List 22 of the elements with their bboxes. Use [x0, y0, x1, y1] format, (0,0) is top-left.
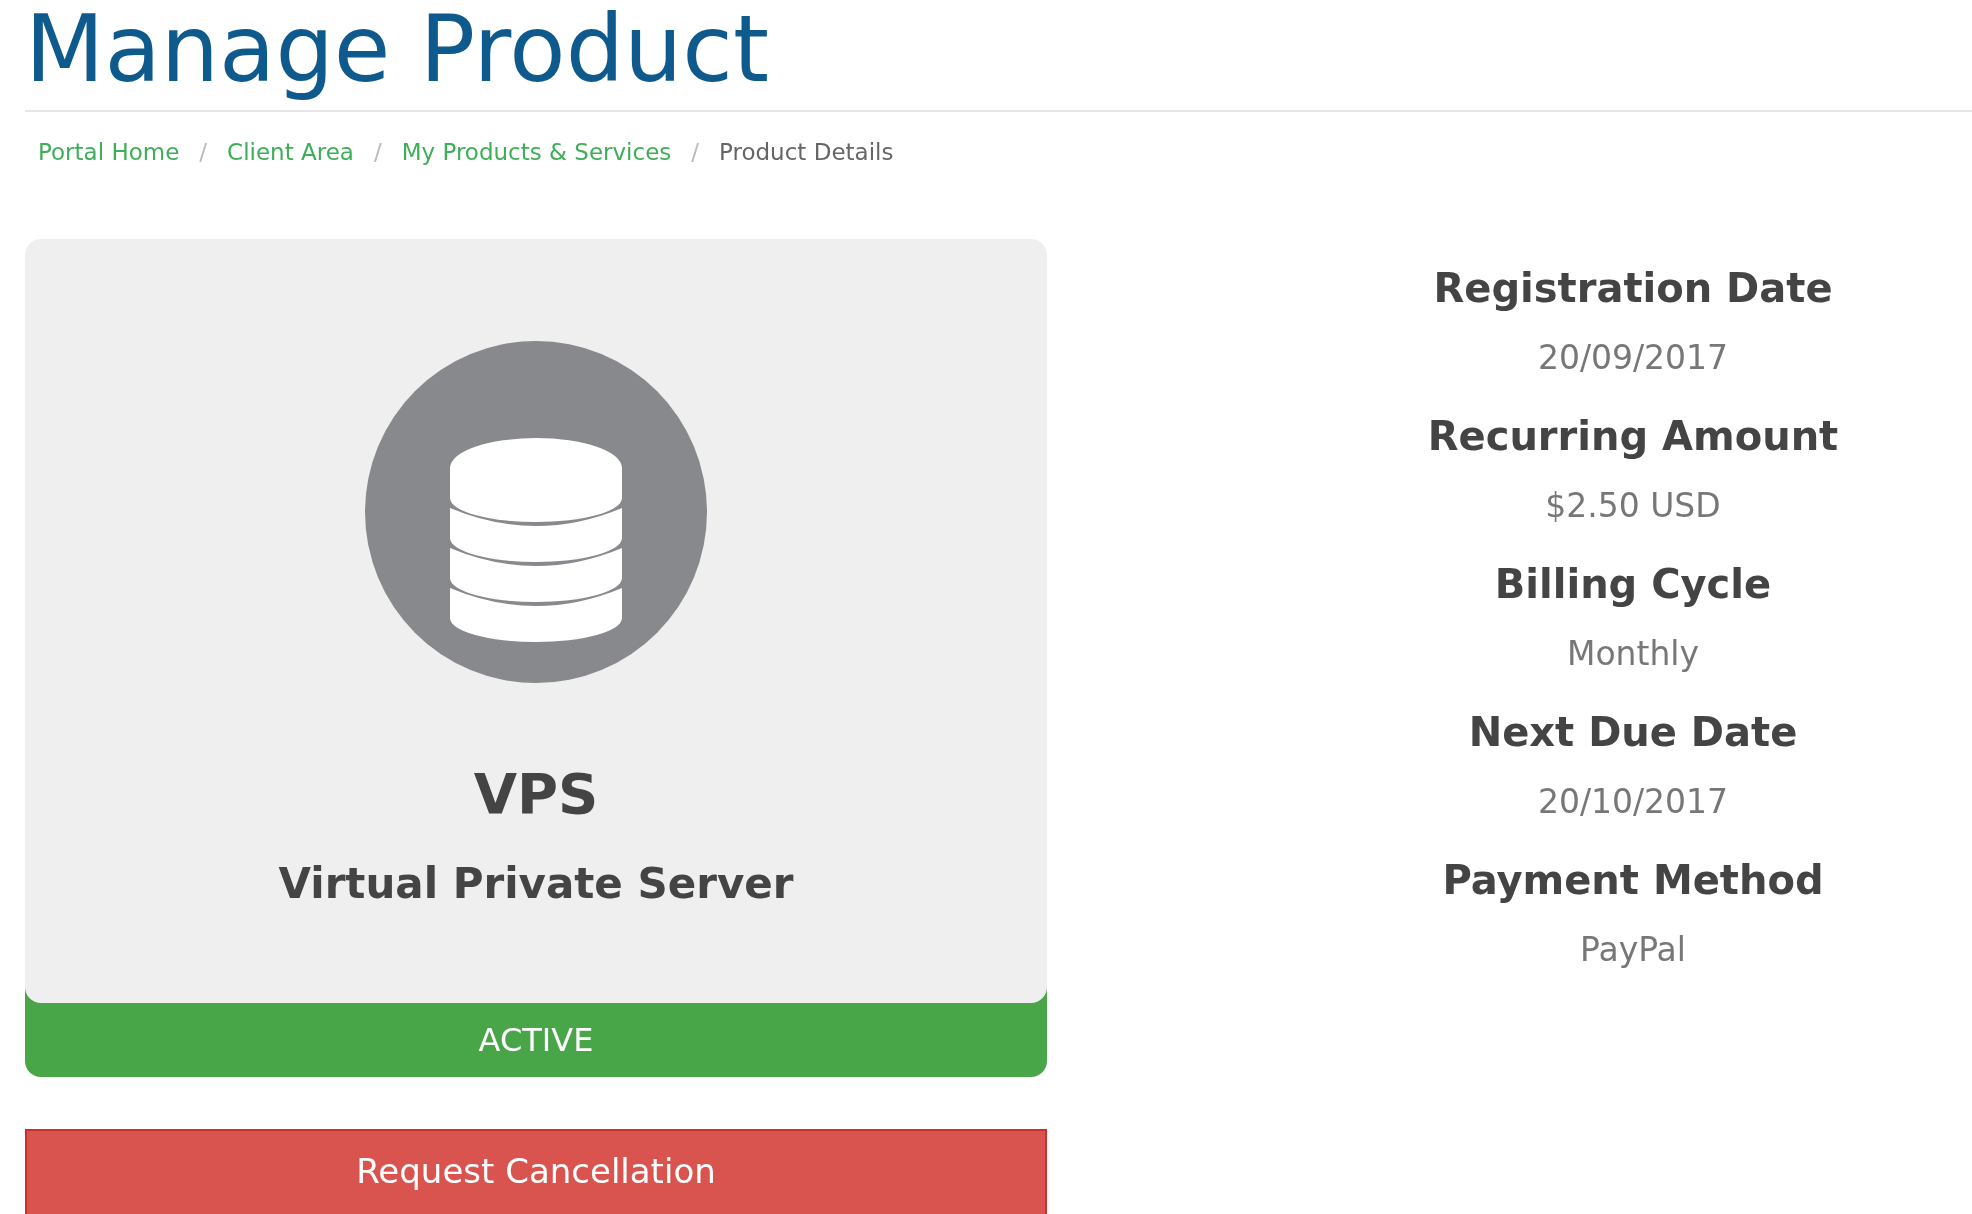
breadcrumb-separator: /: [690, 139, 701, 165]
detail-value: Monthly: [1566, 633, 1700, 675]
breadcrumb-link[interactable]: Portal Home: [38, 139, 180, 165]
detail-label: Registration Date: [1433, 264, 1833, 313]
detail-label: Billing Cycle: [1494, 560, 1772, 609]
product-name: VPS: [473, 760, 599, 828]
detail-value: 20/09/2017: [1537, 337, 1729, 379]
detail-value: $2.50 USD: [1545, 485, 1721, 527]
breadcrumb-link[interactable]: Client Area: [227, 139, 354, 165]
detail-label: Payment Method: [1442, 856, 1824, 905]
breadcrumb-link[interactable]: My Products & Services: [401, 139, 672, 165]
product-description: Virtual Private Server: [278, 858, 794, 910]
detail-value: 20/10/2017: [1537, 781, 1729, 823]
detail-value: PayPal: [1580, 929, 1686, 971]
detail-label: Recurring Amount: [1427, 412, 1839, 461]
breadcrumb-separator: /: [372, 139, 383, 165]
detail-label: Next Due Date: [1468, 708, 1798, 757]
cancel-button[interactable]: Request Cancellation: [25, 1129, 1047, 1214]
database-icon: [365, 341, 707, 683]
breadcrumb-current: Product Details: [719, 139, 894, 165]
page-title: Manage Product: [25, 0, 770, 100]
breadcrumb-separator: /: [198, 139, 209, 165]
